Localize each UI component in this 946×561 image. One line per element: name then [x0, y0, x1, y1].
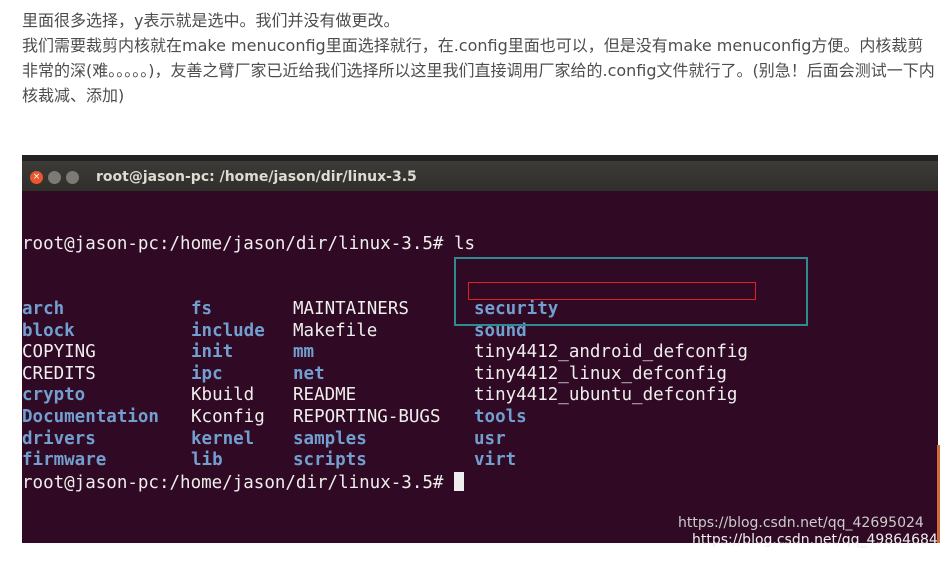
directory-entry: mm — [293, 342, 315, 363]
minimize-button[interactable] — [48, 171, 61, 184]
prompt-line: root@jason-pc:/home/jason/dir/linux-3.5# — [22, 471, 475, 494]
directory-entry: firmware — [22, 450, 107, 471]
directory-entry: block — [22, 320, 75, 341]
directory-entry: Documentation — [22, 406, 159, 427]
prompt-text: root@jason-pc:/home/jason/dir/linux-3.5# — [22, 472, 454, 493]
file-entry: tiny4412_linux_defconfig — [474, 363, 727, 384]
prompt-line: root@jason-pc:/home/jason/dir/linux-3.5#… — [22, 234, 476, 255]
terminal-output[interactable]: root@jason-pc:/home/jason/dir/linux-3.5#… — [22, 191, 748, 494]
paragraph: 我们需要裁剪内核就在make menuconfig里面选择就行，在.config… — [22, 36, 935, 105]
directory-entry: lib — [191, 450, 223, 471]
terminal-window: × root@jason-pc: /home/jason/dir/linux-3… — [22, 155, 938, 543]
ls-row: COPYING init mm tiny4412_android_defconfig — [22, 342, 748, 364]
ls-row: Documentation Kconfig REPORTING-BUGS tools — [22, 406, 527, 429]
ls-row: crypto Kbuild README tiny4412_ubuntu_defcon… — [22, 385, 737, 407]
directory-entry: arch — [22, 298, 65, 319]
watermark: https://blog.csdn.net/qq_49864684 — [692, 532, 938, 548]
title-bar: × root@jason-pc: /home/jason/dir/linux-3… — [22, 155, 938, 191]
directory-entry: drivers — [22, 428, 96, 449]
ls-row: block include Makefile sound — [22, 320, 527, 343]
file-entry: README — [293, 385, 357, 406]
file-entry: MAINTAINERS — [293, 298, 409, 319]
directory-entry: ipc — [191, 363, 223, 384]
file-entry: Kbuild — [191, 385, 255, 406]
paragraph: 里面很多选择，y表示就是选中。我们并没有做更改。 — [22, 11, 400, 30]
ls-row: drivers kernel samples usr — [22, 428, 506, 451]
file-entry: CREDITS — [22, 363, 96, 384]
file-entry: tiny4412_ubuntu_defconfig — [474, 385, 738, 406]
directory-entry: crypto — [22, 385, 86, 406]
directory-entry: samples — [293, 428, 367, 449]
file-entry: REPORTING-BUGS — [293, 406, 441, 427]
maximize-button[interactable] — [66, 171, 79, 184]
scrollbar-accent — [937, 445, 940, 543]
directory-entry: virt — [474, 450, 517, 471]
directory-entry: kernel — [191, 428, 255, 449]
close-button[interactable]: × — [30, 171, 43, 184]
file-entry: tiny4412_android_defconfig — [474, 342, 748, 363]
ls-row: CREDITS ipc net tiny4412_linux_defconfig — [22, 363, 727, 386]
directory-entry: init — [191, 342, 234, 363]
file-entry: COPYING — [22, 342, 96, 363]
highlight-box-linux-defconfig — [468, 282, 756, 300]
file-entry: Makefile — [293, 320, 378, 341]
watermark: https://blog.csdn.net/qq_42695024 — [678, 515, 924, 531]
ls-row: firmware lib scripts virt — [22, 450, 516, 472]
directory-entry: scripts — [293, 450, 367, 471]
ls-row: arch fs MAINTAINERS security — [22, 298, 558, 321]
directory-entry: fs — [191, 298, 213, 319]
file-entry: Kconfig — [191, 406, 265, 427]
directory-entry: tools — [474, 406, 527, 427]
directory-entry: include — [191, 320, 265, 341]
directory-entry: usr — [474, 428, 506, 449]
article-text: 里面很多选择，y表示就是选中。我们并没有做更改。 我们需要裁剪内核就在make … — [22, 8, 937, 108]
window-title: root@jason-pc: /home/jason/dir/linux-3.5 — [96, 169, 417, 185]
directory-entry: net — [293, 363, 325, 384]
cursor — [453, 471, 464, 491]
